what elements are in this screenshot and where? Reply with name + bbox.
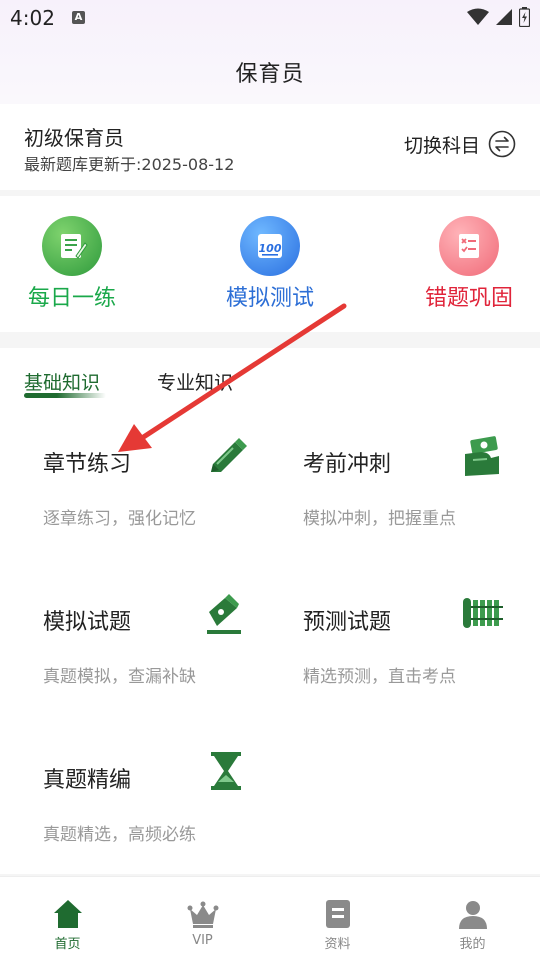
battery-icon [519, 7, 530, 27]
pre-exam-sprint-item[interactable]: 考前冲刺 模拟冲刺，把握重点 [303, 436, 540, 566]
signal-icon [496, 9, 512, 25]
pre-exam-sprint-title: 考前冲刺 [303, 452, 392, 477]
switch-subject-button[interactable]: 切换科目 [404, 130, 516, 158]
swap-icon [488, 130, 516, 158]
mock-exam-item[interactable]: 模拟试题 真题模拟，查漏补缺 [43, 594, 293, 724]
document-icon [325, 900, 350, 928]
wrong-questions-label: 错题巩固 [424, 286, 513, 311]
real-exam-collection-title: 真题精编 [43, 768, 132, 793]
crown-icon [187, 901, 218, 928]
nav-home[interactable]: 首页 [0, 877, 135, 960]
predicted-exam-desc: 精选预测，直击考点 [303, 667, 456, 687]
mock-exam-title: 模拟试题 [43, 610, 132, 635]
bottom-navigation: 首页 VIP 资料 我的 [0, 876, 540, 960]
user-icon [458, 901, 487, 929]
nav-profile[interactable]: 我的 [405, 877, 540, 960]
predicted-exam-title: 预测试题 [303, 610, 392, 635]
mock-test-label: 模拟测试 [225, 286, 314, 311]
pre-exam-sprint-desc: 模拟冲刺，把握重点 [303, 509, 456, 529]
subject-card: 初级保育员 最新题库更新于:2025-08-12 切换科目 [0, 104, 540, 190]
mock-exam-desc: 真题模拟，查漏补缺 [43, 667, 196, 687]
knowledge-card: 基础知识 专业知识 章节练习 逐章练习，强化记忆 考前冲刺 模拟冲刺，把握重点 … [0, 348, 540, 874]
switch-subject-label: 切换科目 [403, 134, 480, 157]
nav-materials[interactable]: 资料 [270, 877, 405, 960]
chapter-practice-item[interactable]: 章节练习 逐章练习，强化记忆 [43, 438, 293, 566]
tab-professional-knowledge[interactable]: 专业知识 [157, 368, 233, 395]
bamboo-scroll-icon [463, 598, 503, 628]
chapter-practice-desc: 逐章练习，强化记忆 [43, 509, 196, 529]
daily-practice-label: 每日一练 [27, 286, 116, 311]
subject-update-date: 最新题库更新于:2025-08-12 [24, 155, 235, 174]
tab-active-indicator [24, 393, 106, 398]
real-exam-collection-item[interactable]: 真题精编 真题精选，高频必练 [43, 752, 293, 882]
subject-name: 初级保育员 [24, 126, 124, 150]
top-header-area: 4:02 A 保育员 [0, 0, 540, 104]
mock-test-button[interactable]: 100 模拟测试 [190, 216, 350, 312]
daily-practice-icon [42, 216, 102, 276]
status-bar: 4:02 A [0, 0, 540, 36]
quick-actions-card: 每日一练 100 模拟测试 错题巩固 [0, 196, 540, 332]
tab-basic-knowledge[interactable]: 基础知识 [24, 368, 100, 395]
nav-vip[interactable]: VIP [135, 877, 270, 960]
daily-practice-button[interactable]: 每日一练 [0, 216, 152, 312]
status-icons [467, 7, 530, 27]
wrong-questions-button[interactable]: 错题巩固 [389, 216, 540, 312]
nav-vip-label: VIP [192, 933, 213, 948]
nav-home-label: 首页 [54, 937, 81, 952]
notification-icon: A [72, 11, 85, 24]
wifi-icon [467, 8, 489, 25]
home-icon [53, 900, 82, 928]
status-time: 4:02 [10, 6, 55, 30]
predicted-exam-item[interactable]: 预测试题 精选预测，直击考点 [303, 598, 540, 724]
wrong-questions-icon [439, 216, 499, 276]
fountain-pen-icon [207, 594, 241, 634]
nav-materials-label: 资料 [324, 937, 351, 952]
chapter-practice-title: 章节练习 [43, 452, 132, 477]
real-exam-collection-desc: 真题精选，高频必练 [43, 825, 196, 845]
svg-text:100: 100 [259, 242, 282, 255]
nav-profile-label: 我的 [459, 937, 486, 952]
page-title: 保育员 [235, 62, 305, 87]
pencil-icon [211, 438, 247, 472]
cash-hand-icon [465, 436, 499, 476]
mock-test-icon: 100 [240, 216, 300, 276]
hourglass-icon [211, 752, 241, 790]
